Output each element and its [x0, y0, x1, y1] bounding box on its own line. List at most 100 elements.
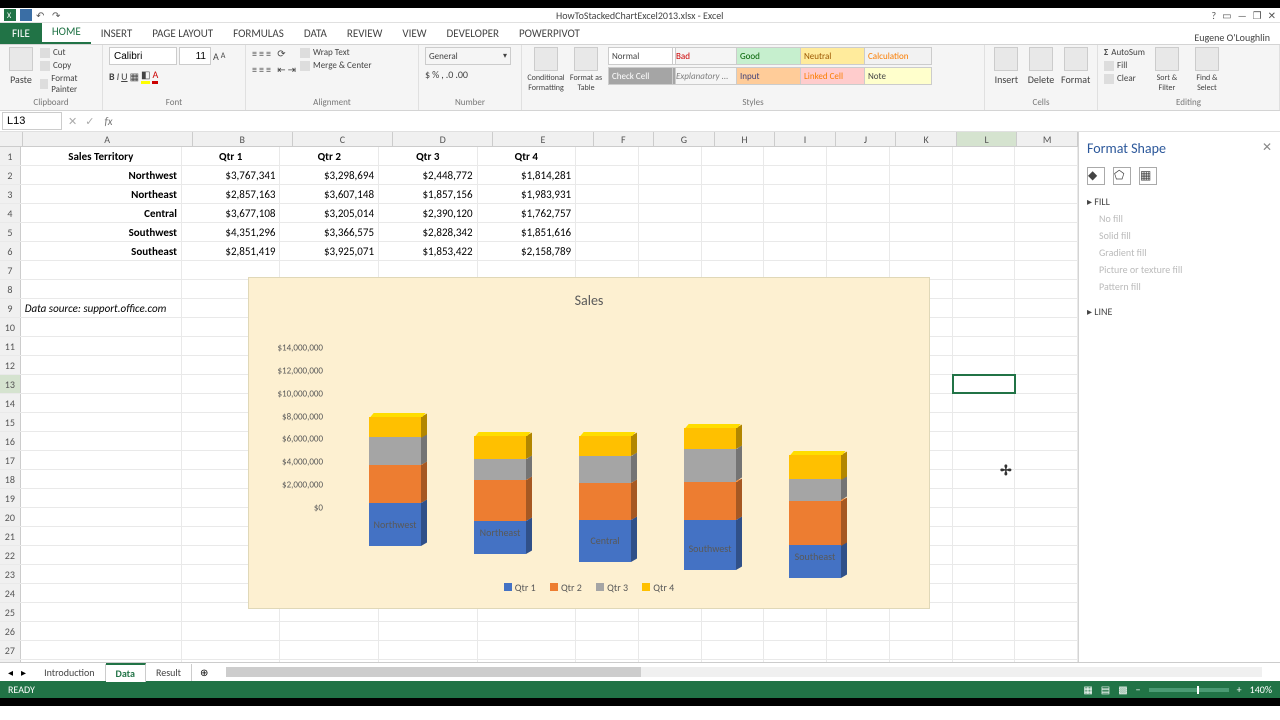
wrap-text-button[interactable]: Wrap Text	[300, 47, 372, 58]
cell[interactable]	[21, 641, 182, 659]
cell[interactable]	[953, 166, 1016, 184]
cell[interactable]	[890, 166, 953, 184]
style-calculation[interactable]: Calculation	[864, 47, 932, 65]
row-header[interactable]: 12	[0, 356, 21, 374]
bar-segment[interactable]	[789, 479, 841, 500]
cell[interactable]: $1,983,931	[478, 185, 577, 203]
bar-segment[interactable]	[474, 436, 526, 459]
close-icon[interactable]: ✕	[1268, 9, 1276, 22]
cell[interactable]	[764, 242, 827, 260]
bar-segment[interactable]	[369, 417, 421, 438]
cell[interactable]	[21, 660, 182, 662]
cell[interactable]	[764, 185, 827, 203]
row-header[interactable]: 16	[0, 432, 21, 450]
tab-data[interactable]: DATA	[294, 23, 337, 44]
cell[interactable]	[576, 242, 639, 260]
pane-close-icon[interactable]: ✕	[1262, 140, 1272, 157]
row-header[interactable]: 8	[0, 280, 21, 298]
indent-dec-icon[interactable]: ⇤	[277, 63, 285, 76]
cell[interactable]: $3,298,694	[280, 166, 379, 184]
cell[interactable]	[1015, 223, 1078, 241]
cell[interactable]	[21, 356, 182, 374]
style-note[interactable]: Note	[864, 67, 932, 85]
cell[interactable]	[764, 622, 827, 640]
cell[interactable]	[827, 660, 890, 662]
cell[interactable]: Data source: support.office.com	[21, 299, 182, 317]
row-header[interactable]: 2	[0, 166, 21, 184]
style-linked-cell[interactable]: Linked Cell	[800, 67, 868, 85]
cell[interactable]: Qtr 1	[182, 147, 281, 165]
cell[interactable]	[702, 147, 765, 165]
save-icon[interactable]	[20, 9, 32, 21]
cell[interactable]: $3,767,341	[182, 166, 281, 184]
cell[interactable]	[478, 641, 577, 659]
view-break-icon[interactable]: ▩	[1118, 683, 1127, 696]
cell[interactable]	[702, 185, 765, 203]
fill-color-icon[interactable]: ◧	[141, 68, 150, 84]
bar-segment[interactable]	[474, 480, 526, 521]
cell[interactable]: $2,857,163	[182, 185, 281, 203]
new-sheet-icon[interactable]: ⊕	[192, 666, 216, 679]
decrease-font-icon[interactable]: A	[221, 51, 226, 61]
cell[interactable]	[953, 242, 1016, 260]
view-normal-icon[interactable]: ▦	[1083, 683, 1092, 696]
delete-cells-button[interactable]: Delete	[1026, 47, 1057, 86]
cell[interactable]	[953, 584, 1016, 602]
cell[interactable]	[827, 147, 890, 165]
cell[interactable]: $1,762,757	[478, 204, 577, 222]
cell[interactable]: Qtr 3	[379, 147, 478, 165]
bar-segment[interactable]	[579, 436, 631, 456]
cell[interactable]	[953, 261, 1016, 279]
font-size[interactable]	[179, 47, 211, 65]
row-header[interactable]: 7	[0, 261, 21, 279]
style-bad[interactable]: Bad	[672, 47, 740, 65]
cell[interactable]	[953, 622, 1016, 640]
cell[interactable]	[576, 223, 639, 241]
cell[interactable]: $1,814,281	[478, 166, 577, 184]
enter-formula-icon[interactable]: ✓	[85, 115, 94, 128]
cell[interactable]	[21, 280, 182, 298]
cell[interactable]	[764, 204, 827, 222]
cell[interactable]	[1015, 185, 1078, 203]
cell[interactable]	[1015, 660, 1078, 662]
col-header[interactable]: G	[654, 132, 715, 146]
style-neutral[interactable]: Neutral	[800, 47, 868, 65]
cell[interactable]	[280, 660, 379, 662]
cell[interactable]	[890, 641, 953, 659]
cell[interactable]	[953, 147, 1016, 165]
cell[interactable]	[21, 432, 182, 450]
row-header[interactable]: 9	[0, 299, 21, 317]
cell[interactable]	[890, 223, 953, 241]
tab-view[interactable]: VIEW	[392, 23, 436, 44]
view-layout-icon[interactable]: ▤	[1101, 683, 1110, 696]
row-header[interactable]: 23	[0, 565, 21, 583]
cell[interactable]: $3,607,148	[280, 185, 379, 203]
autosum-button[interactable]: Σ AutoSum	[1104, 47, 1145, 58]
cell[interactable]: $1,857,156	[379, 185, 478, 203]
col-header[interactable]: C	[293, 132, 393, 146]
cell[interactable]	[890, 242, 953, 260]
cell[interactable]: Northeast	[21, 185, 182, 203]
dec-decimal-icon[interactable]: .00	[455, 68, 468, 81]
cell[interactable]	[1015, 546, 1078, 564]
cell[interactable]	[702, 622, 765, 640]
format-cells-button[interactable]: Format	[1060, 47, 1091, 86]
col-header[interactable]: E	[493, 132, 593, 146]
help-icon[interactable]: ?	[1211, 9, 1216, 22]
col-header[interactable]: D	[393, 132, 493, 146]
cell[interactable]	[639, 204, 702, 222]
col-header[interactable]: A	[23, 132, 193, 146]
row-header[interactable]: 10	[0, 318, 21, 336]
cell[interactable]: Southeast	[21, 242, 182, 260]
cell[interactable]	[890, 622, 953, 640]
cell[interactable]	[953, 299, 1016, 317]
cell[interactable]	[953, 337, 1016, 355]
cut-button[interactable]: Cut	[40, 47, 96, 58]
insert-cells-button[interactable]: Insert	[991, 47, 1022, 86]
cell[interactable]	[953, 413, 1016, 431]
cell[interactable]: $2,851,419	[182, 242, 281, 260]
cell[interactable]	[21, 508, 182, 526]
zoom-in-icon[interactable]: +	[1237, 683, 1242, 696]
style-normal[interactable]: Normal	[608, 47, 676, 65]
cell[interactable]	[639, 641, 702, 659]
